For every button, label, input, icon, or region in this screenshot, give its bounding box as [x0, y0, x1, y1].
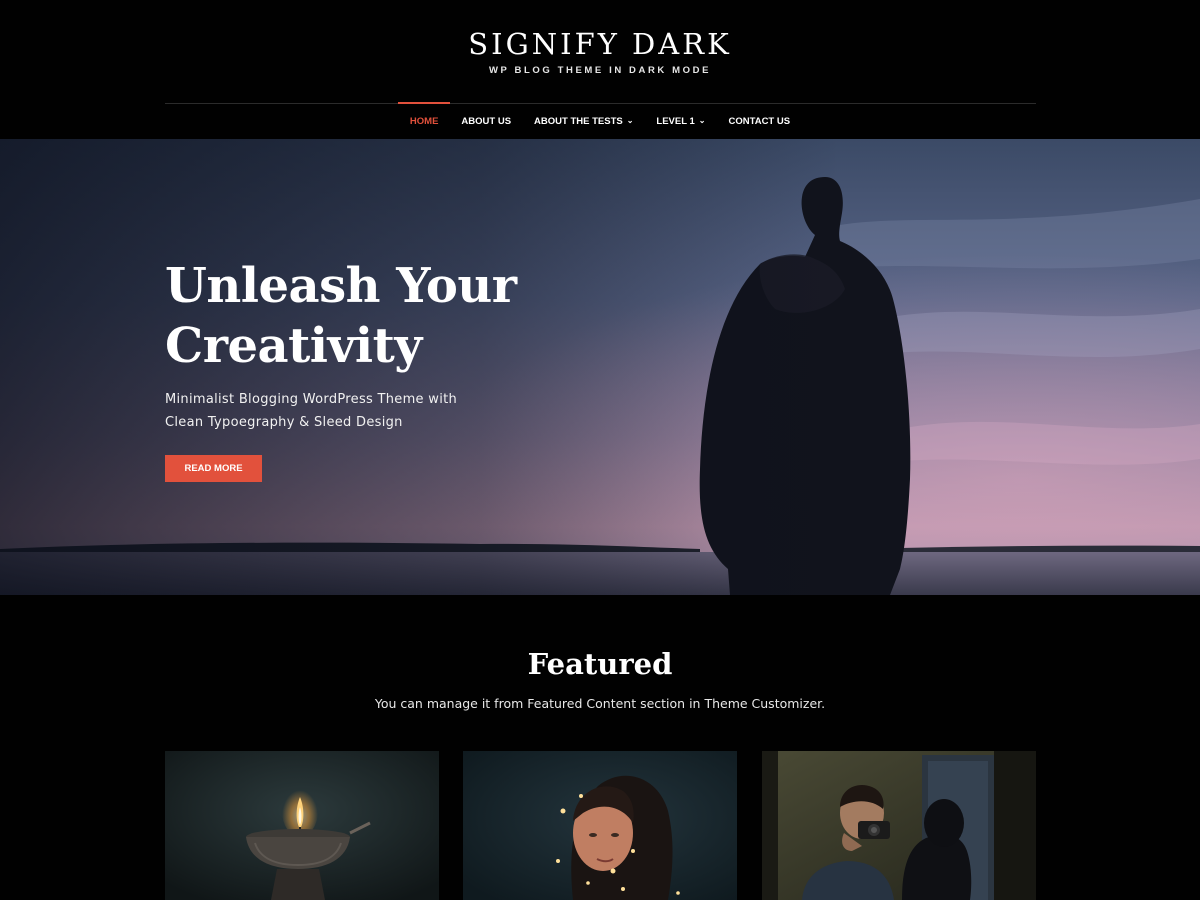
hero-banner: Unleash Your Creativity Minimalist Blogg… — [0, 139, 1200, 595]
nav-item-about-us[interactable]: ABOUT US — [450, 104, 523, 139]
site-tagline: WP BLOG THEME IN DARK MODE — [488, 65, 712, 76]
nav-item-contact-us[interactable]: CONTACT US — [717, 104, 802, 139]
man-with-camera-photo — [762, 751, 1036, 900]
hero-description: Minimalist Blogging WordPress Theme with… — [165, 388, 505, 434]
hero-description-line: Minimalist Blogging WordPress Theme with — [165, 392, 458, 407]
featured-card-woman-lights[interactable] — [463, 751, 737, 900]
main-navigation: HOME ABOUT US ABOUT THE TESTS ⌄ LEVEL 1 ⌄ … — [0, 102, 1200, 139]
chevron-down-icon: ⌄ — [626, 116, 634, 125]
nav-item-home[interactable]: HOME — [398, 102, 450, 139]
nav-item-label: CONTACT US — [728, 116, 791, 127]
chevron-down-icon: ⌄ — [698, 116, 706, 125]
featured-card-man-camera[interactable] — [762, 751, 1036, 900]
hero-title: Unleash Your Creativity — [165, 256, 585, 376]
featured-section-subtitle: You can manage it from Featured Content … — [374, 696, 826, 711]
nav-item-label: HOME — [409, 116, 439, 127]
read-more-button[interactable]: READ MORE — [165, 455, 262, 482]
site-header: SIGNIFY DARK WP BLOG THEME IN DARK MODE … — [0, 0, 1200, 139]
nav-item-label: LEVEL 1 — [656, 116, 695, 127]
nav-item-about-the-tests[interactable]: ABOUT THE TESTS ⌄ — [523, 104, 645, 139]
hero-description-line: Clean Typoegraphy & Sleed Design — [165, 415, 403, 430]
nav-item-label: ABOUT THE TESTS — [534, 116, 623, 127]
candle-photo — [165, 751, 439, 900]
woman-with-lights-photo — [463, 751, 737, 900]
nav-item-label: ABOUT US — [461, 116, 512, 127]
featured-card-candle[interactable] — [165, 751, 439, 900]
hero-title-line: Creativity — [165, 318, 422, 374]
site-title[interactable]: SIGNIFY DARK — [0, 27, 1200, 61]
nav-item-level-1[interactable]: LEVEL 1 ⌄ — [645, 104, 717, 139]
featured-section-title: Featured — [527, 647, 673, 681]
hero-title-line: Unleash Your — [165, 258, 517, 314]
